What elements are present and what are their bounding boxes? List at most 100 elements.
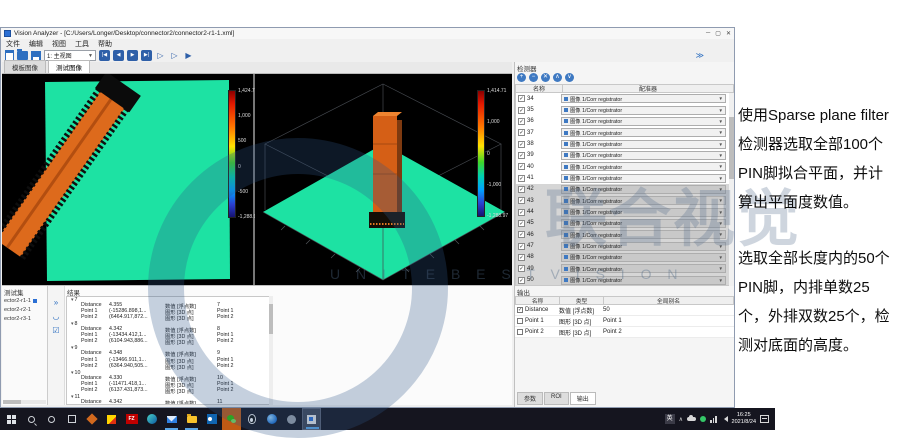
registrator-dropdown[interactable]: 图像 1/Corr registrator ▼	[561, 276, 726, 285]
detector-checkbox[interactable]: ✓	[518, 141, 525, 148]
tray-expand-icon[interactable]: ∧	[679, 416, 683, 423]
registrator-dropdown[interactable]: 图像 1/Corr registrator ▼	[561, 185, 726, 194]
maximize-icon[interactable]: ▢	[715, 30, 721, 37]
detector-checkbox[interactable]: ✓	[518, 163, 525, 170]
minimize-icon[interactable]: ─	[706, 30, 710, 37]
checklist-icon[interactable]: ☑	[52, 326, 59, 335]
detector-checkbox[interactable]: ✓	[518, 231, 525, 238]
registrator-dropdown[interactable]: 图像 1/Corr registrator ▼	[561, 242, 726, 251]
detector-bottom-tab[interactable]: ROI	[544, 392, 569, 405]
detector-row[interactable]: ✓ 39 图像 1/Corr registrator ▼	[516, 150, 733, 161]
testset-item[interactable]: ector2-r3-1	[2, 314, 47, 323]
detector-checkbox[interactable]: ✓	[518, 277, 525, 284]
registrator-dropdown[interactable]: 图像 1/Corr registrator ▼	[561, 117, 726, 126]
task-view-icon[interactable]	[62, 408, 81, 430]
registrator-dropdown[interactable]: 图像 1/Corr registrator ▼	[561, 264, 726, 273]
output-checkbox[interactable]	[517, 318, 523, 324]
registrator-dropdown[interactable]: 图像 1/Corr registrator ▼	[561, 208, 726, 217]
menu-item[interactable]: 编辑	[29, 39, 43, 49]
run-selected-icon[interactable]: »	[54, 298, 58, 307]
detector-checkbox[interactable]: ✓	[518, 209, 525, 216]
detector-row[interactable]: ✓ 34 图像 1/Corr registrator ▼	[516, 93, 733, 104]
registrator-dropdown[interactable]: 图像 1/Corr registrator ▼	[561, 140, 726, 149]
detector-row[interactable]: ✓ 43 图像 1/Corr registrator ▼	[516, 195, 733, 206]
open-file-icon[interactable]	[17, 51, 28, 60]
viewport-3d-view[interactable]: 1,414.71 1,000 0 -1,000 -1,288.97	[255, 74, 512, 285]
step-back-button[interactable]: ◀	[113, 50, 124, 61]
ime-indicator[interactable]: 英	[665, 414, 675, 424]
taskbar-app-hand[interactable]	[82, 408, 101, 430]
start-button[interactable]	[2, 408, 21, 430]
detector-toolbar-button[interactable]: ∧	[553, 73, 562, 82]
detector-checkbox[interactable]: ✓	[518, 129, 525, 136]
run-test-button[interactable]: ▷	[169, 50, 180, 61]
detector-row[interactable]: ✓ 49 图像 1/Corr registrator ▼	[516, 263, 733, 274]
menu-item[interactable]: 帮助	[98, 39, 112, 49]
taskbar-app-outlook[interactable]	[202, 408, 221, 430]
detector-checkbox[interactable]: ✓	[518, 220, 525, 227]
detector-vscrollbar[interactable]	[729, 93, 734, 286]
detector-toolbar-button[interactable]: ✕	[541, 73, 550, 82]
detector-toolbar-button[interactable]: ∨	[565, 73, 574, 82]
menu-item[interactable]: 工具	[75, 39, 89, 49]
detector-row[interactable]: ✓ 40 图像 1/Corr registrator ▼	[516, 161, 733, 172]
detector-row[interactable]: ✓ 44 图像 1/Corr registrator ▼	[516, 206, 733, 217]
results-row[interactable]: ▾ Point 2 (6364.940,505... 图形 [3D 点] Poi…	[67, 364, 271, 370]
taskbar-app-misc[interactable]	[282, 408, 301, 430]
viewport-top-view[interactable]: 1,424.71 1,000 500 0 -500 -1,288.97	[2, 74, 253, 285]
testset-hscrollbar[interactable]	[3, 400, 46, 404]
taskbar-app-mail[interactable]	[162, 408, 181, 430]
close-icon[interactable]: ✕	[726, 30, 731, 37]
registrator-dropdown[interactable]: 图像 1/Corr registrator ▼	[561, 230, 726, 239]
taskbar-app-vision-analyzer[interactable]	[302, 408, 321, 430]
detector-row[interactable]: ✓ 48 图像 1/Corr registrator ▼	[516, 252, 733, 263]
detector-toolbar-button[interactable]: −	[529, 73, 538, 82]
registrator-dropdown[interactable]: 图像 1/Corr registrator ▼	[561, 94, 726, 103]
detector-row[interactable]: ✓ 50 图像 1/Corr registrator ▼	[516, 275, 733, 286]
run-all-button[interactable]: ▶	[183, 50, 194, 61]
detector-checkbox[interactable]: ✓	[518, 197, 525, 204]
detector-toolbar-button[interactable]: +	[517, 73, 526, 82]
network-icon[interactable]	[710, 416, 717, 423]
registrator-dropdown[interactable]: 图像 1/Corr registrator ▼	[561, 106, 726, 115]
results-row[interactable]: ▾ Distance 4.342 数值 [浮点数] 11	[67, 400, 271, 405]
step-last-button[interactable]: ▶|	[141, 50, 152, 61]
search-icon[interactable]	[22, 408, 41, 430]
save-icon[interactable]	[31, 51, 41, 61]
output-row[interactable]: Distance 数值 [浮点数] 50	[515, 305, 734, 316]
output-checkbox[interactable]	[517, 307, 523, 313]
detector-row[interactable]: ✓ 46 图像 1/Corr registrator ▼	[516, 229, 733, 240]
detector-checkbox[interactable]: ✓	[518, 243, 525, 250]
taskbar-app-qq[interactable]	[242, 408, 261, 430]
image-tab[interactable]: 测试图像	[48, 60, 90, 73]
testset-item[interactable]: ector2-r1-1	[2, 296, 47, 305]
results-vscrollbar[interactable]	[269, 296, 273, 405]
onedrive-icon[interactable]	[687, 417, 696, 421]
results-row[interactable]: ▾ Point 2 (6137.431,873... 图形 [3D 点] Poi…	[67, 388, 271, 394]
detector-row[interactable]: ✓ 36 图像 1/Corr registrator ▼	[516, 116, 733, 127]
detector-checkbox[interactable]: ✓	[518, 265, 525, 272]
detector-checkbox[interactable]: ✓	[518, 152, 525, 159]
detector-row[interactable]: ✓ 38 图像 1/Corr registrator ▼	[516, 138, 733, 149]
output-checkbox[interactable]	[517, 329, 523, 335]
menu-item[interactable]: 文件	[6, 39, 20, 49]
detector-row[interactable]: ✓ 45 图像 1/Corr registrator ▼	[516, 218, 733, 229]
taskbar-clock[interactable]: 16:25 2021/8/24	[732, 412, 756, 425]
taskbar-app-file-explorer[interactable]	[182, 408, 201, 430]
compare-icon[interactable]: ◡	[53, 312, 60, 321]
cortana-icon[interactable]	[42, 408, 61, 430]
output-row[interactable]: Point 2 图形 [3D 点] Point 2	[515, 327, 734, 338]
registrator-dropdown[interactable]: 图像 1/Corr registrator ▼	[561, 151, 726, 160]
menu-item[interactable]: 视图	[52, 39, 66, 49]
detector-bottom-tab[interactable]: 输出	[570, 392, 596, 405]
detector-checkbox[interactable]: ✓	[518, 118, 525, 125]
detector-checkbox[interactable]: ✓	[518, 254, 525, 261]
results-row[interactable]: ▾ Point 2 (6464.917,872... 图形 [3D 点] Poi…	[67, 315, 271, 321]
image-tab[interactable]: 模板图像	[4, 60, 46, 73]
detector-checkbox[interactable]: ✓	[518, 175, 525, 182]
run-once-button[interactable]: ▷	[155, 50, 166, 61]
detector-row[interactable]: ✓ 35 图像 1/Corr registrator ▼	[516, 104, 733, 115]
action-center-icon[interactable]	[760, 415, 769, 423]
status-dot-icon[interactable]	[700, 416, 706, 422]
registrator-dropdown[interactable]: 图像 1/Corr registrator ▼	[561, 174, 726, 183]
